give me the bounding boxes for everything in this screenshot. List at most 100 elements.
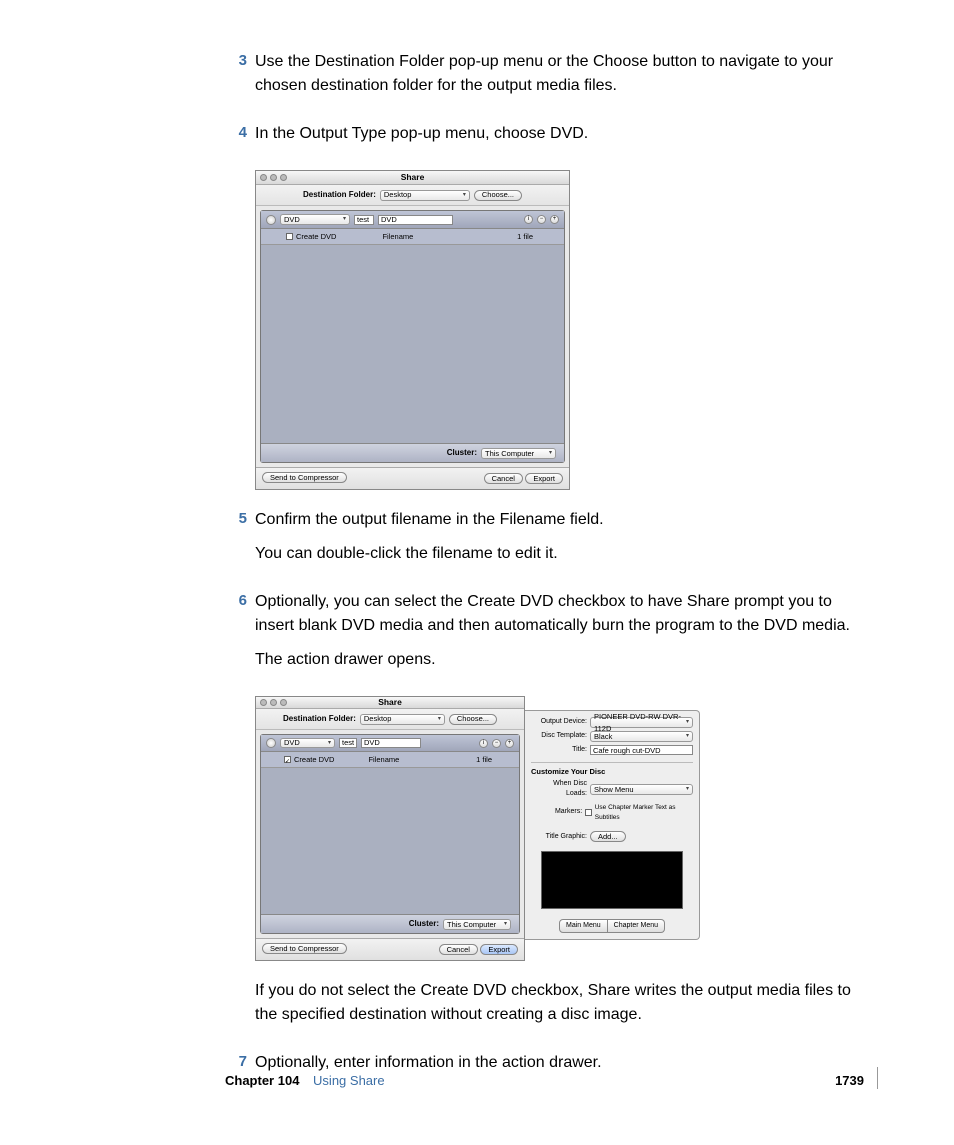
window-controls[interactable] xyxy=(260,699,287,706)
window-controls[interactable] xyxy=(260,174,287,181)
when-disc-loads-row: When Disc Loads: Show Menu ▾ xyxy=(531,779,693,800)
destination-folder-value: Desktop xyxy=(384,189,412,200)
output-row: DVD ▾ test DVD i − + xyxy=(261,211,564,229)
filename-prefix-field[interactable]: test xyxy=(339,738,357,748)
output-list-area: DVD ▾ test DVD i − + Create DVD xyxy=(260,734,520,934)
step-3: 3 Use the Destination Folder pop-up menu… xyxy=(225,50,864,108)
step-number: 3 xyxy=(225,50,247,108)
close-icon[interactable] xyxy=(260,699,267,706)
export-button[interactable]: Export xyxy=(525,473,563,484)
destination-folder-label: Destination Folder: xyxy=(283,713,356,725)
choose-button[interactable]: Choose... xyxy=(449,714,497,725)
send-label: Send to Compressor xyxy=(270,943,339,954)
zoom-icon[interactable] xyxy=(280,699,287,706)
output-list-area: DVD ▾ test DVD i − + Create DVD Filename xyxy=(260,210,565,463)
step-text: Confirm the output filename in the Filen… xyxy=(255,508,864,532)
add-icon[interactable]: + xyxy=(550,215,559,224)
send-to-compressor-button[interactable]: Send to Compressor xyxy=(262,472,347,483)
cancel-label: Cancel xyxy=(492,473,515,484)
destination-folder-value: Desktop xyxy=(364,713,392,724)
send-label: Send to Compressor xyxy=(270,472,339,483)
markers-checkbox[interactable] xyxy=(585,809,592,816)
window-title: Share xyxy=(378,696,402,709)
add-icon[interactable]: + xyxy=(505,739,514,748)
add-label: Add... xyxy=(598,831,618,842)
chevron-updown-icon: ▾ xyxy=(686,718,689,727)
tab-chapter-menu[interactable]: Chapter Menu xyxy=(608,919,665,934)
title-field[interactable]: Cafe rough cut-DVD xyxy=(590,745,693,755)
cancel-button[interactable]: Cancel xyxy=(484,473,523,484)
output-subrow: Create DVD Filename 1 file xyxy=(261,229,564,245)
page-footer: Chapter 104 Using Share 1739 xyxy=(225,1071,874,1091)
info-icon[interactable]: i xyxy=(524,215,533,224)
step-subtext: The action drawer opens. xyxy=(255,648,864,672)
info-icon[interactable]: i xyxy=(479,739,488,748)
output-device-popup[interactable]: PIONEER DVD-RW DVR-112D ▾ xyxy=(590,717,693,728)
chevron-updown-icon: ▾ xyxy=(686,785,689,794)
chevron-updown-icon: ▾ xyxy=(328,739,331,748)
step-body: Use the Destination Folder pop-up menu o… xyxy=(255,50,864,108)
export-label: Export xyxy=(533,473,555,484)
chevron-updown-icon: ▾ xyxy=(438,715,441,724)
footer-rule xyxy=(877,1067,878,1089)
chevron-updown-icon: ▾ xyxy=(343,215,346,224)
preview-tabs: Main Menu Chapter Menu xyxy=(531,919,693,934)
minimize-icon[interactable] xyxy=(270,174,277,181)
chapter-info: Chapter 104 Using Share xyxy=(225,1071,385,1091)
note-text: If you do not select the Create DVD chec… xyxy=(255,979,864,1027)
file-count: 1 file xyxy=(476,754,492,765)
minimize-icon[interactable] xyxy=(270,699,277,706)
remove-icon[interactable]: − xyxy=(492,739,501,748)
filename-field[interactable]: DVD xyxy=(378,215,453,225)
cluster-popup[interactable]: This Computer ▾ xyxy=(481,448,556,459)
create-dvd-checkbox[interactable] xyxy=(286,233,293,240)
preview-area xyxy=(541,851,683,908)
customize-heading: Customize Your Disc xyxy=(531,766,693,777)
create-dvd-checkbox[interactable] xyxy=(284,756,291,763)
output-list-body xyxy=(261,768,519,914)
step-body: Confirm the output filename in the Filen… xyxy=(255,508,864,576)
filename-field[interactable]: DVD xyxy=(361,738,421,748)
cluster-popup[interactable]: This Computer ▾ xyxy=(443,919,511,930)
close-icon[interactable] xyxy=(260,174,267,181)
send-to-compressor-button[interactable]: Send to Compressor xyxy=(262,943,347,954)
disc-template-value: Black xyxy=(594,731,612,742)
disc-template-row: Disc Template: Black ▾ xyxy=(531,731,693,742)
cancel-label: Cancel xyxy=(447,944,470,955)
export-label: Export xyxy=(488,944,510,955)
zoom-icon[interactable] xyxy=(280,174,287,181)
filename-prefix-field[interactable]: test xyxy=(354,215,374,225)
tab-chapter-label: Chapter Menu xyxy=(614,922,658,929)
markers-row: Markers: Use Chapter Marker Text as Subt… xyxy=(531,803,693,823)
page-number: 1739 xyxy=(835,1073,864,1088)
chapter-number: Chapter 104 xyxy=(225,1073,299,1088)
markers-label: Markers: xyxy=(531,807,582,818)
titlebar: Share xyxy=(256,697,524,709)
disc-icon xyxy=(266,738,276,748)
title-graphic-row: Title Graphic: Add... xyxy=(531,831,693,842)
tab-main-menu[interactable]: Main Menu xyxy=(559,919,608,934)
step-text: Use the Destination Folder pop-up menu o… xyxy=(255,50,864,98)
create-dvd-label: Create DVD xyxy=(296,231,336,242)
output-device-label: Output Device: xyxy=(531,717,587,728)
disc-template-popup[interactable]: Black ▾ xyxy=(590,731,693,742)
disc-icon xyxy=(266,215,276,225)
filename-prefix-value: test xyxy=(342,737,354,748)
title-value: Cafe rough cut-DVD xyxy=(593,745,661,756)
destination-folder-popup[interactable]: Desktop ▾ xyxy=(380,190,470,201)
output-type-popup[interactable]: DVD ▾ xyxy=(280,738,335,748)
cancel-button[interactable]: Cancel xyxy=(439,944,478,955)
remove-icon[interactable]: − xyxy=(537,215,546,224)
add-button[interactable]: Add... xyxy=(590,831,626,842)
share-window: Share Destination Folder: Desktop ▾ Choo… xyxy=(255,170,570,490)
tab-main-label: Main Menu xyxy=(566,922,601,929)
export-button[interactable]: Export xyxy=(480,944,518,955)
destination-folder-popup[interactable]: Desktop ▾ xyxy=(360,714,445,725)
choose-button[interactable]: Choose... xyxy=(474,190,522,201)
filename-value: DVD xyxy=(381,214,397,225)
step-number: 5 xyxy=(225,508,247,576)
output-type-popup[interactable]: DVD ▾ xyxy=(280,214,350,225)
output-row: DVD ▾ test DVD i − + xyxy=(261,735,519,752)
choose-label: Choose... xyxy=(482,189,514,200)
when-disc-loads-popup[interactable]: Show Menu ▾ xyxy=(590,784,693,795)
